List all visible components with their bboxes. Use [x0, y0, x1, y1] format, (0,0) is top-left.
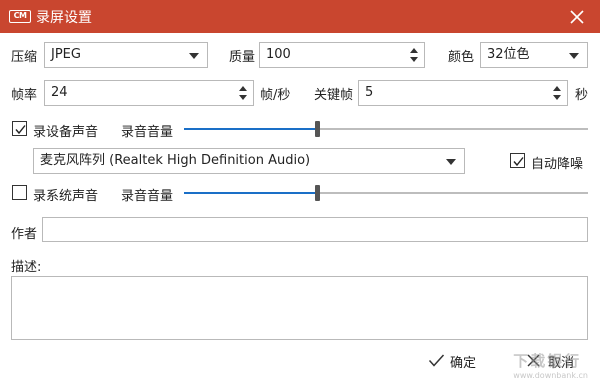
record-system-audio-label: 录系统声音 — [33, 189, 99, 204]
keyframe-label: 关键帧 — [314, 88, 354, 103]
device-volume-slider[interactable] — [184, 120, 588, 138]
window-title: 录屏设置 — [36, 10, 92, 26]
quality-spinbox[interactable]: 100 — [259, 42, 425, 68]
watermark-text: 下载银行 — [513, 352, 582, 370]
compress-label: 压缩 — [11, 50, 38, 65]
author-label: 作者 — [11, 227, 38, 242]
chevron-down-icon — [569, 53, 579, 59]
watermark-url: www.downbank.cn — [513, 371, 588, 380]
slider-thumb[interactable] — [315, 185, 320, 201]
fps-label: 帧率 — [11, 88, 38, 103]
compress-dropdown[interactable]: JPEG — [44, 42, 208, 68]
keyframe-unit: 秒 — [575, 88, 589, 103]
check-icon — [428, 354, 445, 367]
keyframe-value: 5 — [365, 85, 374, 100]
record-device-audio-checkbox[interactable] — [12, 121, 27, 136]
fps-spinbox[interactable]: 24 — [44, 80, 254, 106]
keyframe-spinbox[interactable]: 5 — [358, 80, 568, 106]
close-icon — [570, 10, 584, 24]
app-logo-icon: CM — [9, 10, 31, 23]
audio-device-dropdown[interactable]: 麦克风阵列 (Realtek High Definition Audio) — [33, 148, 465, 174]
spin-down-icon[interactable] — [239, 95, 247, 100]
quality-value: 100 — [266, 47, 291, 62]
watermark: 下载银行 www.downbank.cn — [513, 350, 588, 380]
chevron-down-icon — [446, 159, 456, 165]
color-dropdown[interactable]: 32位色 — [480, 42, 588, 68]
system-volume-label: 录音音量 — [121, 189, 174, 204]
title-bar: CM 录屏设置 — [0, 0, 600, 33]
record-system-audio-checkbox[interactable] — [12, 185, 27, 200]
spin-up-icon[interactable] — [553, 86, 561, 91]
color-value: 32位色 — [487, 47, 530, 62]
device-volume-label: 录音音量 — [121, 125, 174, 140]
slider-track — [317, 192, 588, 194]
slider-fill — [184, 192, 317, 194]
fps-unit: 帧/秒 — [260, 88, 291, 103]
spin-up-icon[interactable] — [239, 86, 247, 91]
spin-down-icon[interactable] — [410, 57, 418, 62]
recording-settings-dialog: CM 录屏设置 压缩 JPEG 质量 100 颜色 32位色 帧率 24 帧/秒… — [0, 0, 600, 386]
ok-label: 确定 — [450, 356, 477, 371]
compress-value: JPEG — [51, 47, 81, 62]
record-device-audio-label: 录设备声音 — [33, 125, 99, 140]
checkmark-icon — [513, 157, 524, 167]
ok-button[interactable]: 确定 — [428, 350, 492, 372]
slider-track — [317, 128, 588, 130]
checkmark-icon — [15, 125, 26, 135]
slider-thumb[interactable] — [315, 121, 320, 137]
spin-down-icon[interactable] — [553, 95, 561, 100]
auto-denoise-label: 自动降噪 — [531, 157, 584, 172]
audio-device-value: 麦克风阵列 (Realtek High Definition Audio) — [40, 153, 311, 168]
system-volume-slider[interactable] — [184, 184, 588, 202]
description-textarea[interactable] — [11, 276, 588, 340]
auto-denoise-checkbox[interactable] — [510, 153, 525, 168]
quality-label: 质量 — [229, 50, 256, 65]
slider-fill — [184, 128, 317, 130]
author-input[interactable] — [42, 217, 588, 242]
chevron-down-icon — [189, 53, 199, 59]
color-label: 颜色 — [448, 50, 475, 65]
spin-up-icon[interactable] — [410, 48, 418, 53]
close-button[interactable] — [568, 8, 586, 26]
description-label: 描述: — [11, 260, 42, 275]
fps-value: 24 — [51, 85, 68, 100]
